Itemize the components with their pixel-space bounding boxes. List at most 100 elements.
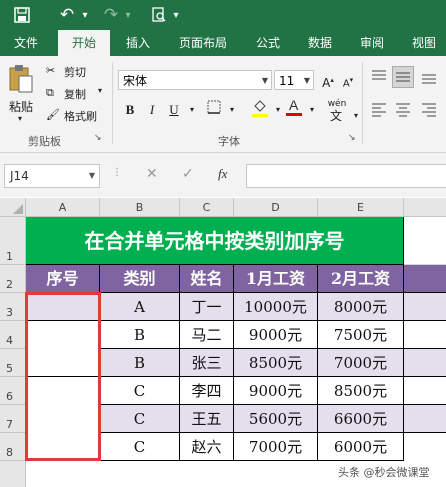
feb-salary-cell[interactable]: 7500元 xyxy=(318,321,404,349)
tab-review[interactable]: 审阅 xyxy=(350,30,394,56)
copy-icon[interactable]: ⧉ xyxy=(46,86,54,100)
tab-insert[interactable]: 插入 xyxy=(114,30,162,56)
paste-dropdown-icon[interactable]: ▾ xyxy=(18,114,22,123)
jan-salary-cell[interactable]: 9000元 xyxy=(234,377,318,405)
category-cell[interactable]: C xyxy=(100,405,180,433)
jan-salary-cell[interactable]: 5600元 xyxy=(234,405,318,433)
font-launcher-icon[interactable]: ↘ xyxy=(348,133,356,143)
column-header-a[interactable]: A xyxy=(26,198,100,217)
italic-button[interactable]: I xyxy=(142,100,162,120)
category-cell[interactable]: B xyxy=(100,349,180,377)
row-header-5[interactable]: 5 xyxy=(0,349,26,377)
font-size-select[interactable]: 11 ▼ xyxy=(274,70,314,90)
feb-salary-cell[interactable]: 7000元 xyxy=(318,349,404,377)
merged-seq-cell-a[interactable] xyxy=(26,293,100,321)
row-header-8[interactable]: 8 xyxy=(0,433,26,461)
redo-dropdown-icon[interactable]: ▾ xyxy=(122,0,134,30)
name-cell[interactable]: 丁一 xyxy=(180,293,234,321)
undo-dropdown-icon[interactable]: ▾ xyxy=(79,0,91,30)
format-painter-button[interactable]: 格式刷 xyxy=(64,108,97,124)
drag-handle-icon[interactable]: ⋮ xyxy=(112,167,122,178)
tab-file[interactable]: 文件 xyxy=(0,30,52,56)
sheet-title[interactable]: 在合并单元格中按类别加序号 xyxy=(26,217,404,265)
column-header-d[interactable]: D xyxy=(234,198,318,217)
formula-input[interactable] xyxy=(246,164,446,188)
row-header-6[interactable]: 6 xyxy=(0,377,26,405)
row-header-2[interactable]: 2 xyxy=(0,265,26,293)
row-fill-cell[interactable] xyxy=(404,377,446,405)
feb-salary-cell[interactable]: 6600元 xyxy=(318,405,404,433)
merged-seq-cell-c[interactable] xyxy=(26,377,100,461)
bold-button[interactable]: B xyxy=(120,100,140,120)
font-color-dropdown-icon[interactable]: ▾ xyxy=(302,100,322,120)
tab-formulas[interactable]: 公式 xyxy=(246,30,290,56)
row-fill-cell[interactable] xyxy=(404,349,446,377)
merged-seq-cell-b[interactable] xyxy=(26,321,100,377)
border-icon[interactable] xyxy=(204,100,224,120)
tab-data[interactable]: 数据 xyxy=(298,30,342,56)
jan-salary-cell[interactable]: 9000元 xyxy=(234,321,318,349)
format-painter-icon[interactable]: 🖌 xyxy=(46,108,60,121)
tab-view[interactable]: 视图 xyxy=(402,30,446,56)
name-cell[interactable]: 马二 xyxy=(180,321,234,349)
jan-salary-cell[interactable]: 10000元 xyxy=(234,293,318,321)
jan-salary-cell[interactable]: 7000元 xyxy=(234,433,318,461)
header-category[interactable]: 类别 xyxy=(100,265,180,293)
cut-button[interactable]: 剪切 xyxy=(64,64,86,80)
row-header-7[interactable]: 7 xyxy=(0,405,26,433)
name-cell[interactable]: 李四 xyxy=(180,377,234,405)
customize-qat-icon[interactable]: ▾ xyxy=(170,0,182,30)
paste-button[interactable]: 粘贴 xyxy=(9,98,33,115)
row-header-1[interactable]: 1 xyxy=(0,217,26,265)
border-dropdown-icon[interactable]: ▾ xyxy=(222,100,242,120)
font-color-icon[interactable]: A xyxy=(284,96,304,116)
copy-dropdown-icon[interactable]: ▾ xyxy=(98,86,102,95)
column-header-e[interactable]: E xyxy=(318,198,404,217)
insert-function-icon[interactable]: fx xyxy=(218,166,227,182)
select-all-corner[interactable] xyxy=(0,198,26,217)
category-cell[interactable]: C xyxy=(100,377,180,405)
column-header-b[interactable]: B xyxy=(100,198,180,217)
cut-icon[interactable]: ✂ xyxy=(46,64,55,77)
column-header-f[interactable] xyxy=(404,198,446,217)
name-cell[interactable]: 赵六 xyxy=(180,433,234,461)
redo-icon[interactable]: ↷ xyxy=(100,0,122,30)
tab-home[interactable]: 开始 xyxy=(58,30,110,56)
row-header-4[interactable]: 4 xyxy=(0,321,26,349)
category-cell[interactable]: A xyxy=(100,293,180,321)
align-top-icon[interactable] xyxy=(370,68,388,86)
underline-dropdown-icon[interactable]: ▾ xyxy=(182,100,202,120)
row-header-3[interactable]: 3 xyxy=(0,293,26,321)
chevron-down-icon[interactable]: ▼ xyxy=(89,165,95,187)
font-name-select[interactable]: 宋体 ▼ xyxy=(118,70,272,90)
undo-icon[interactable]: ↶ xyxy=(56,0,78,30)
row-fill-cell[interactable] xyxy=(404,321,446,349)
name-cell[interactable]: 张三 xyxy=(180,349,234,377)
enter-icon[interactable]: ✓ xyxy=(182,166,194,182)
align-center-icon[interactable] xyxy=(394,100,412,118)
header-seq[interactable]: 序号 xyxy=(26,265,100,293)
print-preview-icon[interactable] xyxy=(148,0,170,30)
row-fill-cell[interactable] xyxy=(404,405,446,433)
row-header-9[interactable] xyxy=(0,461,26,487)
paste-icon[interactable] xyxy=(8,64,34,94)
feb-salary-cell[interactable]: 8500元 xyxy=(318,377,404,405)
jan-salary-cell[interactable]: 8500元 xyxy=(234,349,318,377)
name-cell[interactable]: 王五 xyxy=(180,405,234,433)
row-fill-cell[interactable] xyxy=(404,293,446,321)
column-header-c[interactable]: C xyxy=(180,198,234,217)
header-jan-salary[interactable]: 1月工资 xyxy=(234,265,318,293)
align-middle-icon[interactable] xyxy=(392,66,414,88)
align-bottom-icon[interactable] xyxy=(420,68,438,86)
empty-cell[interactable] xyxy=(404,217,446,265)
save-icon[interactable] xyxy=(8,0,36,30)
phonetic-char-icon[interactable]: 文 xyxy=(326,106,346,126)
header-name[interactable]: 姓名 xyxy=(180,265,234,293)
cancel-icon[interactable]: ✕ xyxy=(146,166,158,182)
align-right-icon[interactable] xyxy=(420,100,438,118)
header-fill-cell[interactable] xyxy=(404,265,446,293)
name-box[interactable]: J14 ▼ xyxy=(4,164,100,188)
underline-button[interactable]: U xyxy=(164,100,184,120)
phonetic-dropdown-icon[interactable]: ▾ xyxy=(346,106,366,126)
tab-page-layout[interactable]: 页面布局 xyxy=(170,30,236,56)
